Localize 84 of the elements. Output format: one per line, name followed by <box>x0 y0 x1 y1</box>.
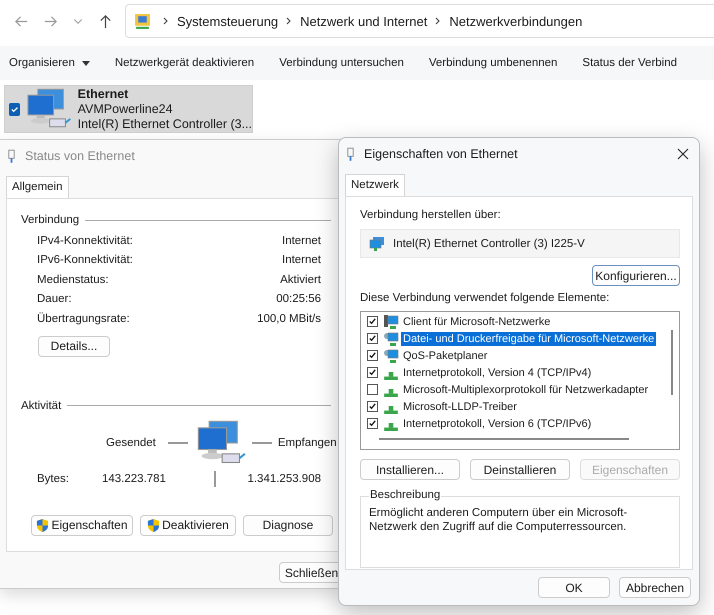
field-label: Dauer: <box>37 293 72 306</box>
protocol-icon <box>384 406 398 414</box>
item-checkbox[interactable] <box>367 367 378 378</box>
sent-label: Gesendet <box>106 436 156 448</box>
item-checkbox[interactable] <box>367 384 378 395</box>
list-item[interactable]: Internetprotokoll, Version 6 (TCP/IPv6) <box>401 416 594 430</box>
shield-icon <box>36 518 50 532</box>
adapter-name: Ethernet <box>78 86 130 102</box>
field-value: 00:25:56 <box>276 293 321 306</box>
field-label: Übertragungsrate: <box>37 312 130 325</box>
breadcrumb-item[interactable]: Netzwerk und Internet <box>300 14 428 28</box>
client-icon <box>383 314 399 330</box>
control-panel-icon <box>134 12 151 30</box>
description-text: Ermöglicht anderen Computern über ein Microsoft-Netzwerk den Zugriff auf die Computerressourcen. <box>369 506 628 534</box>
adapter-subtitle: AVMPowerline24 <box>78 102 174 116</box>
item-checkbox[interactable] <box>367 401 378 412</box>
back-icon[interactable] <box>14 14 29 28</box>
details-button[interactable]: Details... <box>38 336 110 356</box>
item-checkbox[interactable] <box>9 102 20 116</box>
sent-bytes: 143.223.781 <box>102 472 167 484</box>
breadcrumb-item[interactable]: Netzwerkverbindungen <box>449 14 582 28</box>
field-value: Internet <box>282 254 321 266</box>
list-item[interactable]: Internetprotokoll, Version 4 (TCP/IPv4) <box>401 366 594 380</box>
received-bytes: 1.341.253.908 <box>247 472 321 484</box>
field-value: Internet <box>282 234 321 247</box>
service-icon <box>383 330 399 346</box>
adapter-name: Intel(R) Ethernet Controller (3) I225-V <box>393 238 585 250</box>
list-item[interactable]: Client für Microsoft-Netzwerke <box>401 314 552 328</box>
tab[interactable]: Netzwerk <box>345 174 405 196</box>
field-label: Medienstatus: <box>37 274 109 286</box>
field-label: IPv4-Konnektivität: <box>37 234 133 247</box>
field-label: Verbindung herstellen über: <box>360 209 502 223</box>
item-checkbox[interactable] <box>367 316 378 327</box>
network-adapter-icon <box>369 236 385 252</box>
dialog-button[interactable]: Installieren... <box>360 459 460 480</box>
caret-icon <box>82 60 90 66</box>
protocol-icon <box>384 388 398 396</box>
breadcrumb-item[interactable]: Systemsteuerung <box>177 14 278 28</box>
window-title: Status von Ethernet <box>25 149 135 163</box>
list-item[interactable]: QoS-Paketplaner <box>401 348 490 362</box>
bytes-label: Bytes: <box>37 472 70 484</box>
ethernet-plug-icon <box>346 146 355 162</box>
dialog-button[interactable]: Diagnose <box>243 514 333 536</box>
ok-button[interactable]: OK <box>538 577 610 598</box>
chevron-right-icon <box>434 17 442 25</box>
dialog-button[interactable]: Deinstallieren <box>470 459 570 480</box>
field-value: 100,0 MBit/s <box>257 312 321 325</box>
list-item[interactable]: Datei- und Druckerfreigabe für Microsoft-Netzwerke <box>401 332 656 346</box>
adapter-item[interactable]: Ethernet AVMPowerline24 Intel(R) Ethernet Controller (3... <box>4 85 253 133</box>
item-checkbox[interactable] <box>367 350 378 361</box>
service-icon <box>383 348 399 364</box>
toolbar-item[interactable]: Verbindung umbenennen <box>428 57 558 69</box>
chevron-right-icon <box>162 17 170 25</box>
adapter-device: Intel(R) Ethernet Controller (3... <box>78 116 252 132</box>
field-label: IPv6-Konnektivität: <box>37 254 133 266</box>
group-heading: Verbindung <box>21 214 80 226</box>
configure-button[interactable]: Konfigurieren... <box>592 265 680 286</box>
received-label: Empfangen <box>278 436 337 448</box>
toolbar-item[interactable]: Organisieren <box>9 57 90 69</box>
list-item[interactable]: Microsoft-Multiplexorprotokoll für Netzwerkadapter <box>401 382 650 396</box>
dialog-button[interactable]: Eigenschaften <box>31 514 133 536</box>
item-checkbox[interactable] <box>367 418 378 429</box>
ethernet-plug-icon <box>7 148 16 164</box>
up-arrow-icon[interactable] <box>98 14 113 28</box>
item-checkbox[interactable] <box>367 333 378 344</box>
address-bar[interactable]: Systemsteuerung Netzwerk und Internet Netzwerkverbindungen <box>125 4 714 38</box>
toolbar-item[interactable]: Verbindung untersuchen <box>279 57 404 69</box>
group-heading: Aktivität <box>21 400 62 412</box>
protocol-icon <box>384 422 398 430</box>
dialog-button[interactable]: Deaktivieren <box>140 514 236 536</box>
field-value: Aktiviert <box>280 274 321 286</box>
chevron-right-icon <box>285 17 294 25</box>
window-title: Eigenschaften von Ethernet <box>364 147 518 161</box>
cancel-button[interactable]: Abbrechen <box>619 577 691 598</box>
tab[interactable]: Allgemein <box>6 176 68 198</box>
close-icon[interactable] <box>677 148 689 160</box>
list-item[interactable]: Microsoft-LLDP-Treiber <box>401 400 519 414</box>
forward-icon[interactable] <box>43 14 58 28</box>
protocol-icon <box>384 372 398 380</box>
toolbar-item[interactable]: Status der Verbind <box>582 57 678 69</box>
field-label: Diese Verbindung verwendet folgende Elemente: <box>360 292 610 306</box>
toolbar-item[interactable]: Netzwerkgerät deaktivieren <box>114 57 254 69</box>
group-heading: Beschreibung <box>369 489 442 501</box>
shield-icon <box>147 518 160 532</box>
